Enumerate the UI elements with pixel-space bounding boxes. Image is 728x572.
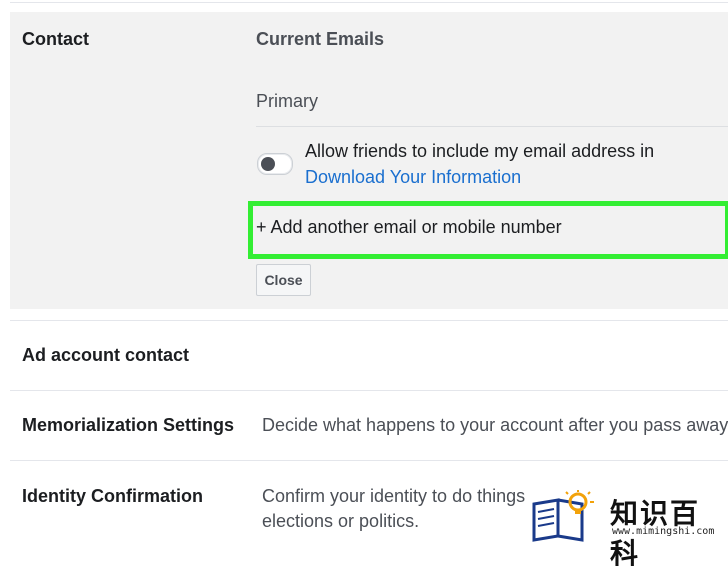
- contact-section: Contact Current Emails Primary Allow fri…: [10, 12, 728, 309]
- primary-email-label: Primary: [256, 91, 318, 111]
- download-your-information-link[interactable]: Download Your Information: [305, 167, 521, 188]
- add-email-or-mobile-link[interactable]: + Add another email or mobile number: [256, 217, 562, 238]
- row-divider: [10, 390, 728, 391]
- ad-account-contact-title[interactable]: Ad account contact: [22, 345, 189, 366]
- identity-confirmation-title[interactable]: Identity Confirmation: [22, 486, 203, 507]
- close-button[interactable]: Close: [256, 264, 311, 296]
- memorialization-settings-title[interactable]: Memorialization Settings: [22, 415, 234, 436]
- identity-confirmation-description-line1: Confirm your identity to do things: [262, 486, 526, 506]
- book-lightbulb-icon: [528, 490, 600, 542]
- row-divider: [10, 320, 728, 321]
- contact-title: Contact: [22, 29, 89, 49]
- row-divider: [10, 460, 728, 461]
- top-divider: [10, 2, 728, 3]
- email-visibility-toggle[interactable]: [257, 153, 293, 175]
- watermark-url: www.mimingshi.com: [612, 526, 715, 537]
- toggle-knob: [261, 157, 275, 171]
- memorialization-settings-description: Decide what happens to your account afte…: [262, 415, 728, 435]
- current-emails-heading: Current Emails: [256, 29, 385, 49]
- identity-confirmation-description-line2: elections or politics.: [262, 511, 420, 531]
- divider: [256, 126, 728, 127]
- watermark: 知识百科 www.mimingshi.com: [528, 490, 728, 570]
- allow-friends-text: Allow friends to include my email addres…: [305, 141, 655, 161]
